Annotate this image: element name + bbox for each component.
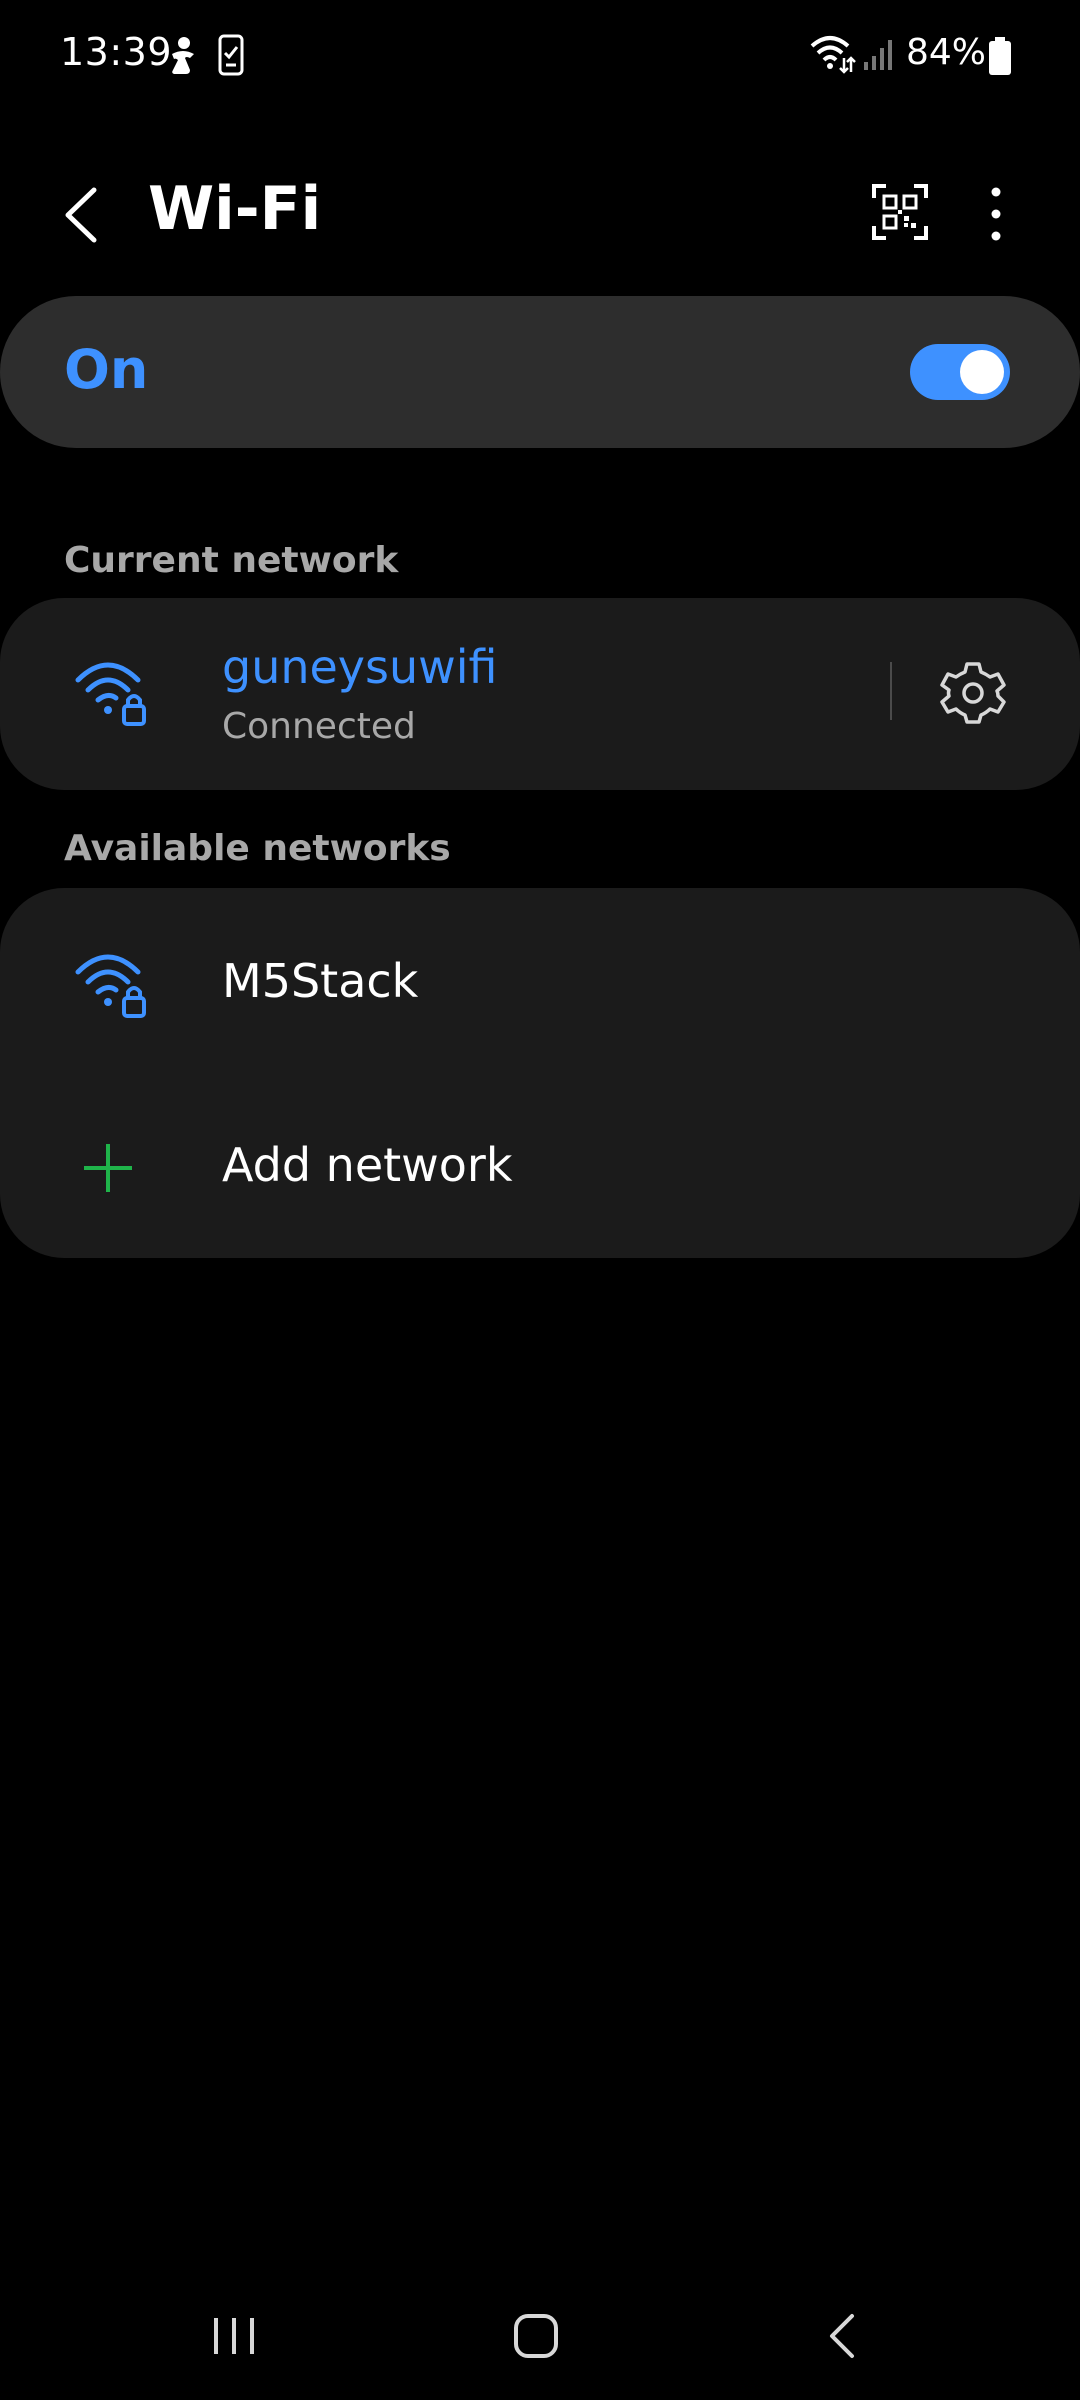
back-nav-icon[interactable] [824, 2312, 860, 2360]
current-network-name: guneysuwifi [222, 640, 498, 694]
current-network-status: Connected [222, 706, 416, 747]
wifi-lock-icon [75, 662, 146, 726]
add-network-label: Add network [222, 1138, 513, 1192]
more-options-icon[interactable] [976, 182, 1016, 246]
status-time: 13:39 [60, 30, 173, 74]
qr-scan-icon[interactable] [870, 182, 930, 242]
navigation-bar [0, 2280, 1080, 2400]
available-networks-card: M5Stack Add network [0, 888, 1080, 1258]
back-icon[interactable] [50, 178, 120, 252]
current-network-header: Current network [64, 540, 399, 581]
page-title: Wi-Fi [148, 174, 322, 244]
app-bar: Wi-Fi [0, 150, 1080, 280]
available-networks-header: Available networks [64, 828, 451, 869]
plus-icon [84, 1144, 132, 1192]
current-network-row[interactable]: guneysuwifi Connected [0, 598, 1080, 790]
row-divider [890, 662, 892, 720]
network-name: M5Stack [222, 954, 419, 1008]
wifi-lock-icon [75, 954, 146, 1018]
battery-icon [989, 37, 1011, 75]
current-network-card: guneysuwifi Connected [0, 598, 1080, 790]
battery-percentage: 84% [906, 32, 987, 73]
switch-knob [960, 350, 1004, 394]
home-icon[interactable] [512, 2312, 560, 2360]
network-row-m5stack[interactable]: M5Stack [0, 888, 1080, 1072]
wifi-toggle-card[interactable]: On [0, 296, 1080, 448]
recents-icon[interactable] [210, 2314, 258, 2358]
wifi-toggle-label: On [64, 338, 149, 401]
add-network-row[interactable]: Add network [0, 1072, 1080, 1258]
status-bar: 13:39 84% [0, 0, 1080, 110]
gear-icon[interactable] [940, 660, 1006, 726]
phone-check-icon [218, 34, 244, 76]
cellular-signal-icon [864, 40, 892, 70]
wifi-switch[interactable] [910, 344, 1010, 400]
wifi-data-icon [810, 36, 856, 74]
accessibility-icon [172, 37, 194, 74]
